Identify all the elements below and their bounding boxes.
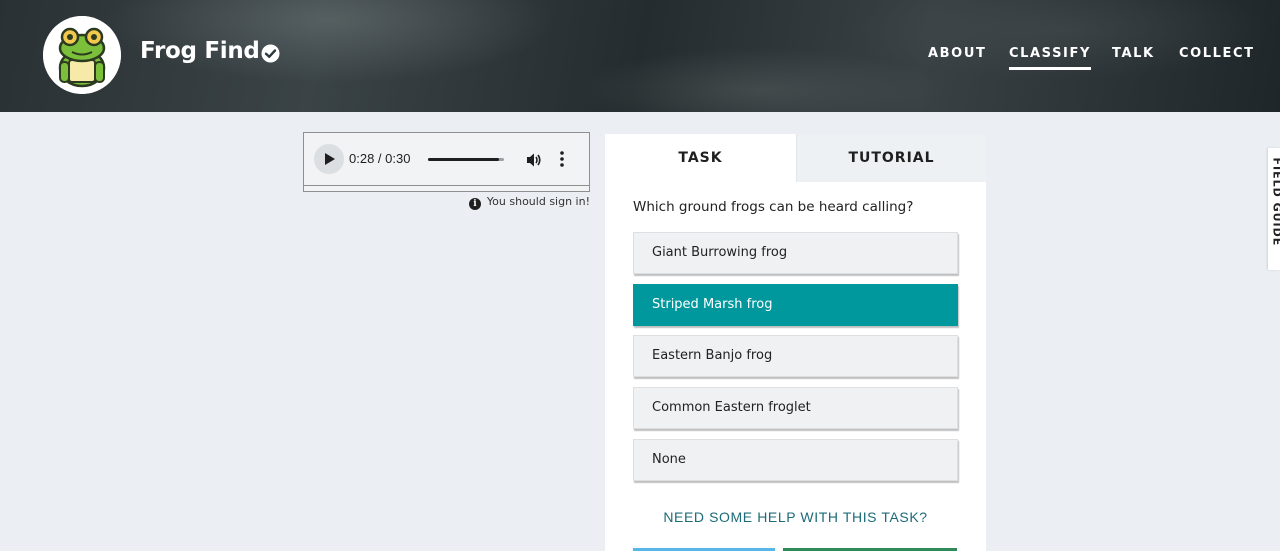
volume-icon[interactable]	[526, 152, 542, 168]
signin-note-text: You should sign in!	[486, 195, 590, 208]
nav-talk-link[interactable]: TALK	[1112, 46, 1155, 67]
play-icon	[325, 153, 335, 165]
project-header: Frog Find ABOUT CLASSIFY TALK COLLECT	[0, 0, 1280, 112]
tab-task[interactable]: TASK	[605, 134, 796, 182]
nav-collect-link[interactable]: COLLECT	[1179, 46, 1255, 67]
info-icon: i	[468, 198, 481, 210]
answer-striped-marsh-frog[interactable]: Striped Marsh frog	[633, 284, 958, 326]
field-guide-tab[interactable]: FIELD GUIDE	[1268, 148, 1280, 270]
field-guide-label: FIELD GUIDE	[1270, 157, 1280, 247]
nav-classify-link[interactable]: CLASSIFY	[1009, 46, 1091, 70]
more-vert-icon[interactable]	[560, 151, 564, 167]
audio-controls: 0:28 / 0:30	[304, 133, 589, 186]
audio-progress-bar[interactable]	[428, 158, 504, 161]
answer-none[interactable]: None	[633, 439, 958, 481]
task-question: Which ground frogs can be heard calling?	[633, 199, 914, 215]
project-nav: ABOUT CLASSIFY TALK COLLECT	[0, 46, 1280, 76]
answer-giant-burrowing-frog[interactable]: Giant Burrowing frog	[633, 232, 958, 274]
audio-player: 0:28 / 0:30	[303, 132, 590, 192]
task-tabs: TASK TUTORIAL	[605, 134, 986, 182]
nav-about-link[interactable]: ABOUT	[928, 46, 986, 67]
answer-eastern-banjo-frog[interactable]: Eastern Banjo frog	[633, 335, 958, 377]
task-panel: TASK TUTORIAL Which ground frogs can be …	[605, 134, 986, 551]
audio-time: 0:28 / 0:30	[349, 151, 411, 166]
tab-tutorial[interactable]: TUTORIAL	[796, 134, 986, 182]
answer-common-eastern-froglet[interactable]: Common Eastern froglet	[633, 387, 958, 429]
audio-progress-fill	[428, 158, 499, 161]
play-button[interactable]	[314, 144, 344, 174]
signin-notice: i You should sign in!	[440, 195, 590, 211]
task-help-link[interactable]: NEED SOME HELP WITH THIS TASK?	[605, 509, 986, 525]
